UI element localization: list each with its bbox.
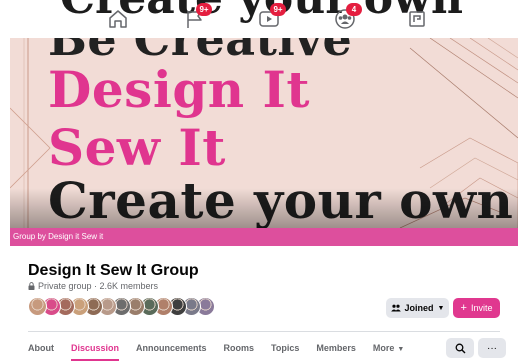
tab-label: More bbox=[372, 343, 395, 353]
cover-text-line: Be Creative bbox=[48, 38, 353, 66]
group-meta-text: Private group · 2.6K members bbox=[38, 281, 159, 291]
tab-label: Rooms bbox=[223, 343, 255, 353]
member-avatars[interactable] bbox=[28, 297, 215, 317]
chevron-down-icon: ▼ bbox=[397, 346, 405, 353]
gaming-tab[interactable] bbox=[404, 6, 430, 32]
tab-discussion[interactable]: Discussion bbox=[71, 338, 120, 361]
members-icon bbox=[390, 304, 401, 312]
home-icon bbox=[109, 10, 127, 28]
group-meta: Private group · 2.6K members bbox=[28, 281, 158, 291]
home-tab[interactable] bbox=[105, 6, 131, 32]
group-owner-strip[interactable]: Group by Design it Sew it bbox=[10, 228, 518, 246]
watch-badge: 9+ bbox=[270, 3, 286, 16]
member-avatar[interactable] bbox=[28, 297, 47, 316]
tab-announcements[interactable]: Announcements bbox=[136, 338, 207, 358]
more-options-button[interactable]: ··· bbox=[478, 338, 506, 358]
cover-text-line: Design It bbox=[48, 60, 311, 119]
chevron-down-icon: ▼ bbox=[437, 304, 445, 312]
watch-tab[interactable]: 9+ bbox=[256, 3, 286, 32]
groups-tab[interactable]: 4 bbox=[332, 3, 362, 32]
tab-members[interactable]: Members bbox=[316, 338, 356, 358]
top-nav-bar: Create your own 9+ 9+ 4 bbox=[0, 0, 518, 38]
lock-icon bbox=[28, 282, 35, 290]
cover-shade bbox=[10, 188, 518, 228]
tab-label: About bbox=[28, 343, 54, 353]
cover-text-line: Sew It bbox=[48, 118, 226, 177]
tab-label: Members bbox=[316, 343, 356, 353]
group-title: Design It Sew It Group bbox=[28, 262, 199, 279]
invite-label: Invite bbox=[470, 303, 493, 313]
tab-label: Topics bbox=[271, 343, 300, 353]
divider bbox=[28, 331, 500, 332]
tab-more[interactable]: More ▼ bbox=[373, 338, 404, 358]
joined-label: Joined bbox=[404, 303, 434, 313]
tab-about[interactable]: About bbox=[28, 338, 54, 358]
tab-label: Announcements bbox=[136, 343, 207, 353]
search-button[interactable] bbox=[446, 338, 474, 358]
invite-button[interactable]: + Invite bbox=[453, 298, 500, 318]
search-icon bbox=[455, 343, 465, 353]
group-tabs: About Discussion Announcements Rooms Top… bbox=[28, 338, 421, 361]
cover-photo: Be Creative Design It Sew It Create your… bbox=[10, 38, 518, 228]
tab-label: Discussion bbox=[71, 343, 120, 353]
more-icon: ··· bbox=[487, 342, 497, 354]
pages-tab[interactable]: 9+ bbox=[182, 3, 212, 32]
plus-icon: + bbox=[460, 302, 467, 314]
pages-badge: 9+ bbox=[196, 3, 212, 16]
tab-topics[interactable]: Topics bbox=[271, 338, 299, 358]
joined-button[interactable]: Joined ▼ bbox=[386, 298, 449, 318]
groups-badge: 4 bbox=[346, 3, 362, 16]
gaming-icon bbox=[409, 11, 425, 27]
tab-rooms[interactable]: Rooms bbox=[224, 338, 255, 358]
